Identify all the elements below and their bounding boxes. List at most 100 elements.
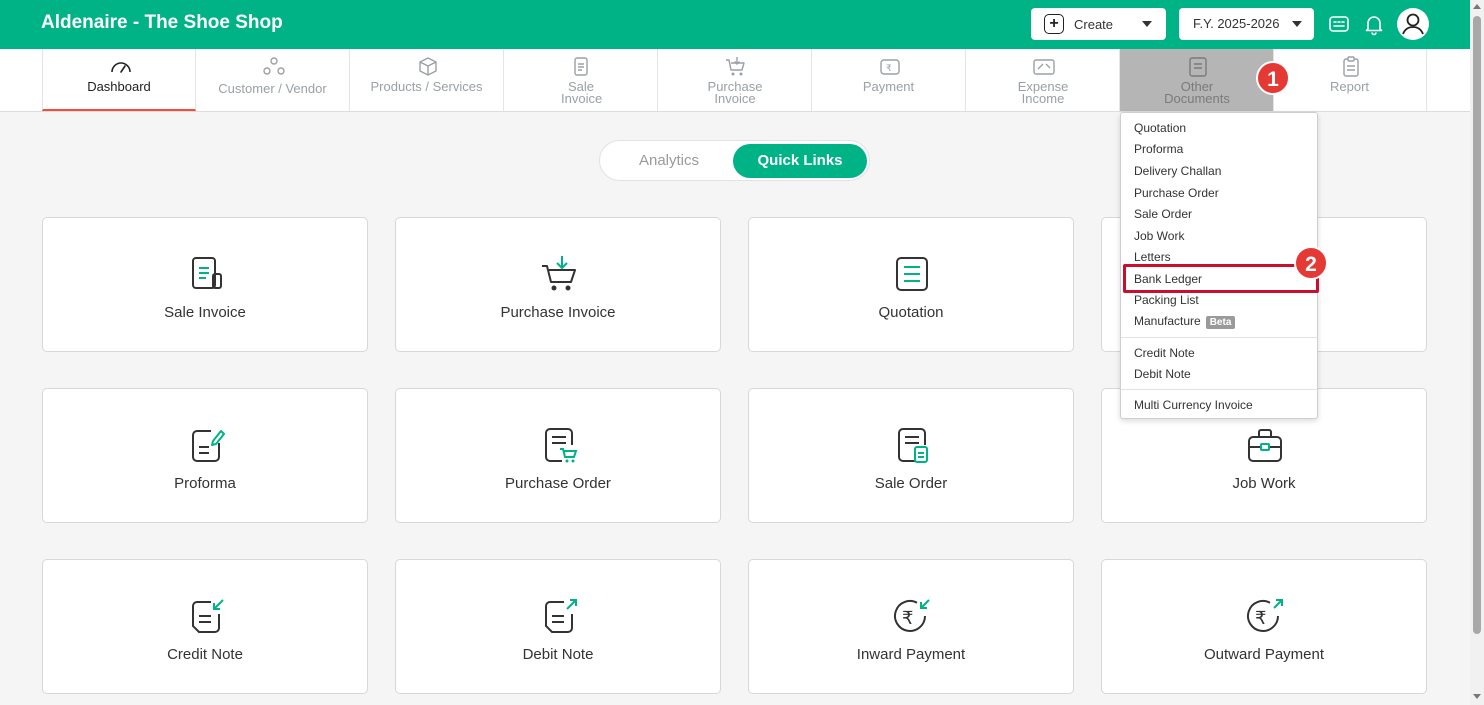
menu-item-manufacture[interactable]: Manufacture Beta — [1134, 314, 1236, 329]
tab-dashboard[interactable]: Dashboard — [42, 49, 196, 111]
outward-payment-icon: ₹ — [1247, 599, 1283, 632]
quick-link-purchase-order[interactable]: Purchase Order — [395, 388, 721, 523]
svg-text:₹: ₹ — [886, 64, 892, 74]
menu-item-packing-list[interactable]: Packing List — [1134, 293, 1199, 307]
menu-item-proforma[interactable]: Proforma — [1134, 142, 1183, 156]
tab-products-services[interactable]: Products / Services — [350, 49, 504, 111]
tab-payment[interactable]: ₹ Payment — [812, 49, 966, 111]
tab-expense-income[interactable]: Expense Income — [966, 49, 1120, 111]
tab-label: Purchase Invoice — [707, 79, 763, 106]
chevron-down-icon — [1142, 21, 1152, 27]
scroll-up-arrow-icon[interactable] — [1473, 4, 1481, 9]
tab-sale-invoice[interactable]: Sale Invoice — [504, 49, 658, 111]
menu-item-credit-note[interactable]: Credit Note — [1134, 346, 1195, 360]
step-badge-2: 2 — [1294, 246, 1328, 280]
purchase-order-icon — [545, 428, 578, 463]
bank-ledger-highlight — [1123, 264, 1319, 293]
purchase-cart-icon — [542, 256, 576, 291]
card-label: Proforma — [174, 475, 236, 492]
menu-item-sale-order[interactable]: Sale Order — [1134, 207, 1192, 221]
scroll-down-arrow-icon[interactable] — [1473, 694, 1481, 699]
menu-item-delivery-challan[interactable]: Delivery Challan — [1134, 164, 1221, 178]
menu-item-letters[interactable]: Letters — [1134, 250, 1171, 264]
menu-item-quotation[interactable]: Quotation — [1134, 121, 1186, 135]
tab-report[interactable]: Report — [1273, 49, 1427, 111]
quick-link-proforma[interactable]: Proforma — [42, 388, 368, 523]
tab-customer-vendor[interactable]: Customer / Vendor — [196, 49, 350, 111]
menu-item-job-work[interactable]: Job Work — [1134, 229, 1184, 243]
quick-link-quotation[interactable]: Quotation — [748, 217, 1074, 352]
menu-item-multi-currency-invoice[interactable]: Multi Currency Invoice — [1134, 398, 1253, 412]
quick-link-inward-payment[interactable]: ₹ Inward Payment — [748, 559, 1074, 694]
card-label: Quotation — [878, 304, 944, 321]
tab-other-documents[interactable]: Other Documents — [1120, 49, 1274, 111]
app-title: Aldenaire - The Shoe Shop — [41, 12, 283, 33]
svg-text:₹: ₹ — [1255, 608, 1266, 629]
financial-year-label: F.Y. 2025-2026 — [1193, 16, 1280, 31]
tab-label: Other Documents — [1164, 79, 1230, 106]
svg-text:₹: ₹ — [902, 608, 913, 629]
card-label: Debit Note — [522, 646, 594, 663]
menu-divider — [1121, 389, 1317, 390]
quick-link-sale-invoice[interactable]: Sale Invoice — [42, 217, 368, 352]
chevron-down-icon — [1292, 21, 1302, 27]
card-label: Credit Note — [167, 646, 243, 663]
bell-icon[interactable] — [1362, 12, 1386, 36]
quick-link-debit-note[interactable]: Debit Note — [395, 559, 721, 694]
users-icon — [263, 57, 285, 75]
step-badge-1: 1 — [1256, 61, 1290, 95]
tab-label: Expense Income — [1017, 79, 1069, 106]
sale-invoice-icon — [574, 57, 588, 76]
card-label: Sale Order — [874, 475, 948, 492]
tab-label: Sale Invoice — [561, 79, 603, 106]
purchase-cart-icon — [726, 57, 745, 76]
briefcase-icon — [1248, 429, 1282, 462]
menu-divider — [1121, 337, 1317, 338]
analytics-tab[interactable]: Analytics — [604, 144, 734, 178]
menu-item-label: Manufacture — [1134, 314, 1201, 328]
tab-label: Report — [1329, 79, 1370, 94]
sale-order-icon — [898, 428, 928, 463]
card-label: Inward Payment — [856, 646, 966, 663]
create-button[interactable]: + Create — [1031, 8, 1166, 40]
beta-badge: Beta — [1205, 316, 1236, 329]
card-label: Purchase Invoice — [500, 304, 616, 321]
expense-icon — [1033, 59, 1055, 75]
quick-links-tab[interactable]: Quick Links — [733, 144, 867, 178]
quick-link-outward-payment[interactable]: ₹ Outward Payment — [1101, 559, 1427, 694]
quotation-icon — [896, 257, 928, 291]
user-avatar[interactable] — [1397, 8, 1429, 40]
menu-item-debit-note[interactable]: Debit Note — [1134, 367, 1191, 381]
debit-note-icon — [545, 599, 577, 633]
keyboard-icon[interactable] — [1327, 12, 1351, 36]
card-label: Outward Payment — [1203, 646, 1325, 663]
report-icon — [1343, 56, 1359, 77]
create-button-label: Create — [1074, 16, 1114, 32]
quick-link-purchase-invoice[interactable]: Purchase Invoice — [395, 217, 721, 352]
top-header-bar: Aldenaire - The Shoe Shop + Create F.Y. … — [0, 0, 1470, 49]
sale-invoice-icon — [192, 257, 222, 289]
quick-link-sale-order[interactable]: Sale Order — [748, 388, 1074, 523]
tab-label: Dashboard — [87, 79, 151, 94]
payment-icon: ₹ — [880, 59, 900, 75]
proforma-icon — [192, 430, 225, 462]
plus-icon: + — [1044, 14, 1064, 34]
card-label: Sale Invoice — [164, 304, 246, 321]
tab-label: Payment — [862, 79, 915, 94]
card-label: Purchase Order — [505, 475, 611, 492]
card-label: Job Work — [1232, 475, 1296, 492]
quick-link-credit-note[interactable]: Credit Note — [42, 559, 368, 694]
scrollbar-thumb[interactable] — [1473, 16, 1481, 634]
main-nav: Dashboard Customer / Vendor Products / S… — [0, 49, 1470, 112]
user-icon — [1402, 13, 1424, 35]
gauge-icon — [111, 62, 131, 73]
credit-note-icon — [192, 599, 224, 633]
tab-purchase-invoice[interactable]: Purchase Invoice — [658, 49, 812, 111]
menu-item-purchase-order[interactable]: Purchase Order — [1134, 186, 1219, 200]
financial-year-select[interactable]: F.Y. 2025-2026 — [1179, 8, 1314, 40]
tab-label: Products / Services — [370, 79, 483, 94]
documents-icon — [1189, 57, 1207, 77]
tab-label: Customer / Vendor — [218, 81, 327, 96]
view-toggle: Analytics Quick Links — [599, 140, 870, 181]
inward-payment-icon: ₹ — [894, 599, 930, 632]
